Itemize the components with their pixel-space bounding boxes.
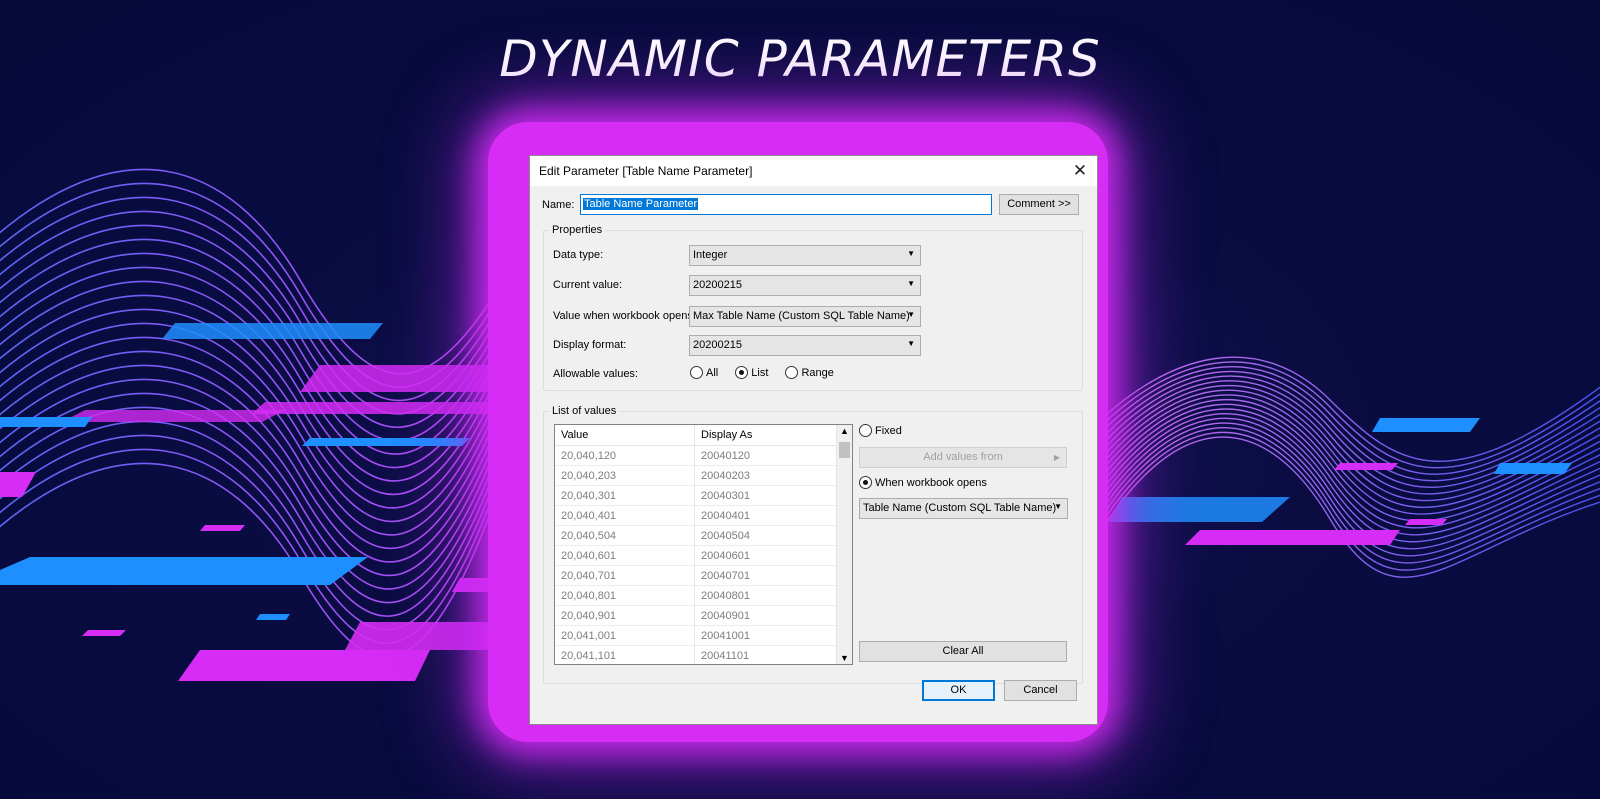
radio-range[interactable] [785,366,799,379]
scroll-down-icon[interactable]: ▼ [837,653,852,663]
table-row[interactable]: 20,041,101 20041101 [555,646,852,664]
add-values-label: Add values from [923,451,1003,463]
table-row[interactable]: 20,040,901 20040901 [555,606,852,626]
when-opens-option[interactable]: When workbook opens [859,476,1001,489]
values-table[interactable]: Value Display As 20,040,120 20040120 20,04… [554,424,853,665]
values-table-body: 20,040,120 20040120 20,040,203 20040203 20,0… [555,446,852,664]
current-value-label: Current value: [553,279,623,291]
data-type-dropdown[interactable]: Integer ▼ [689,245,921,266]
chevron-right-icon: ▶ [1053,453,1060,462]
allowable-values-label: Allowable values: [553,368,638,380]
source-dropdown[interactable]: Table Name (Custom SQL Table Name) ▼ [859,498,1068,519]
comment-button[interactable]: Comment >> [999,194,1079,215]
edit-parameter-dialog: Edit Parameter [Table Name Parameter] ✕ … [529,155,1098,725]
table-row[interactable]: 20,040,601 20040601 [555,546,852,566]
dialog-titlebar: Edit Parameter [Table Name Parameter] ✕ [530,156,1097,186]
chevron-down-icon: ▼ [907,339,915,348]
values-table-header: Value Display As [555,425,852,446]
row-value-cell: 20,040,401 [555,506,695,525]
dialog-title: Edit Parameter [Table Name Parameter] [539,164,753,178]
radio-all-label: All [706,367,719,379]
table-row[interactable]: 20,040,504 20040504 [555,526,852,546]
left-bars [0,323,505,681]
row-display-cell: 20040601 [701,550,750,562]
workbook-opens-label: Value when workbook opens: [553,310,696,322]
wave-line [1089,356,1600,462]
table-row[interactable]: 20,040,801 20040801 [555,586,852,606]
workbook-opens-value: Max Table Name (Custom SQL Table Name) [693,310,910,322]
row-display-cell: 20040301 [701,490,750,502]
table-row[interactable]: 20,040,120 20040120 [555,446,852,466]
current-value-dropdown[interactable]: 20200215 ▼ [689,275,921,296]
current-value-value: 20200215 [693,279,742,291]
name-input-value: Table Name Parameter [583,198,699,210]
col-display-header[interactable]: Display As [695,425,836,445]
row-display-cell: 20041101 [701,650,750,662]
clear-all-button[interactable]: Clear All [859,641,1067,662]
chevron-down-icon: ▼ [1054,502,1062,511]
row-display-cell: 20040504 [701,530,750,542]
row-value-cell: 20,040,504 [555,526,695,545]
table-row[interactable]: 20,040,203 20040203 [555,466,852,486]
name-label: Name: [542,199,575,211]
row-display-cell: 20040401 [701,510,750,522]
row-value-cell: 20,040,203 [555,466,695,485]
wave-line [1089,417,1600,550]
row-value-cell: 20,040,120 [555,446,695,465]
radio-all[interactable] [690,366,703,379]
name-input[interactable]: Table Name Parameter [580,194,992,215]
list-of-values-legend: List of values [552,405,617,417]
cancel-button[interactable]: Cancel [1004,680,1077,701]
row-value-cell: 20,040,701 [555,566,695,585]
radio-fixed[interactable] [859,424,872,437]
table-row[interactable]: 20,040,701 20040701 [555,566,852,586]
row-display-cell: 20040801 [701,590,750,602]
add-values-from-button[interactable]: Add values from ▶ [859,447,1067,468]
table-row[interactable]: 20,040,301 20040301 [555,486,852,506]
fixed-label: Fixed [875,425,902,437]
wave-line [1089,412,1600,543]
page-headline: DYNAMIC PARAMETERS [499,30,1101,88]
when-opens-label: When workbook opens [875,477,987,489]
source-value: Table Name (Custom SQL Table Name) [863,502,1057,514]
ok-button[interactable]: OK [922,680,995,701]
row-value-cell: 20,040,601 [555,546,695,565]
values-scrollbar[interactable]: ▲ ▼ [836,425,852,664]
display-format-value: 20200215 [693,339,742,351]
workbook-opens-dropdown[interactable]: Max Table Name (Custom SQL Table Name) ▼ [689,306,921,327]
data-type-value: Integer [693,249,728,261]
wave-line [0,417,521,645]
row-display-cell: 20040120 [701,450,750,462]
table-row[interactable]: 20,040,401 20040401 [555,506,852,526]
data-type-label: Data type: [553,249,604,261]
display-format-dropdown[interactable]: 20200215 ▼ [689,335,921,356]
properties-legend: Properties [552,224,603,236]
wave-line [0,168,521,375]
scroll-thumb[interactable] [839,442,850,458]
scroll-up-icon[interactable]: ▲ [837,426,852,436]
row-value-cell: 20,040,301 [555,486,695,505]
row-display-cell: 20040901 [701,610,750,622]
chevron-down-icon: ▼ [907,310,915,319]
close-icon[interactable]: ✕ [1063,161,1097,181]
table-row[interactable]: 20,041,001 20041001 [555,626,852,646]
chevron-down-icon: ▼ [907,249,915,258]
wave-line [1089,384,1600,502]
row-display-cell: 20040203 [701,470,750,482]
row-value-cell: 20,041,001 [555,626,695,645]
radio-when-opens[interactable] [859,476,872,489]
radio-list-label: List [751,367,769,379]
col-value-header[interactable]: Value [555,425,695,445]
radio-range-label: Range [801,367,834,379]
row-value-cell: 20,040,901 [555,606,695,625]
chevron-down-icon: ▼ [907,279,915,288]
row-display-cell: 20040701 [701,570,750,582]
row-display-cell: 20041001 [701,630,750,642]
allowable-values-radios: All List Range [690,366,848,379]
radio-list[interactable] [735,366,749,379]
row-value-cell: 20,040,801 [555,586,695,605]
display-format-label: Display format: [553,339,627,351]
fixed-option[interactable]: Fixed [859,424,916,437]
row-value-cell: 20,041,101 [555,646,695,664]
